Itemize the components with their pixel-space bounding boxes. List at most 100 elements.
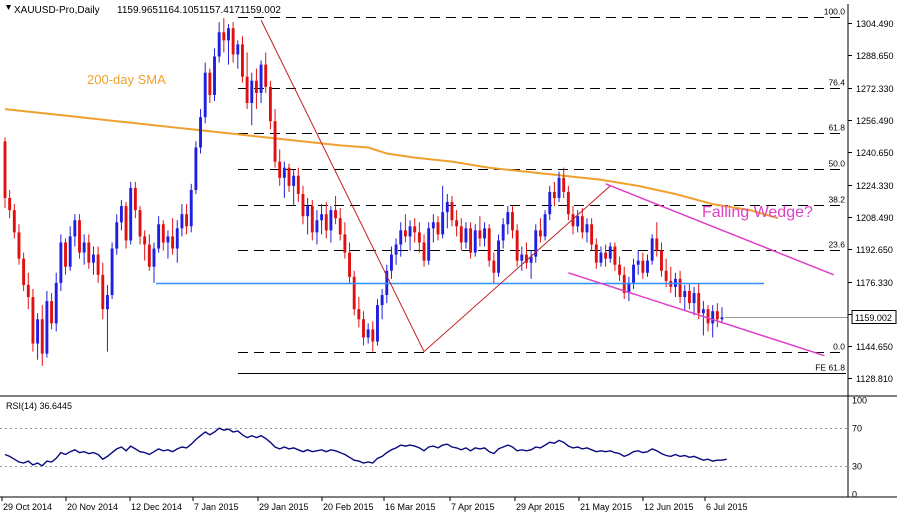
candle-body <box>715 311 719 320</box>
candle-body <box>483 228 486 239</box>
time-tick-label: 12 Dec 2014 <box>131 502 182 512</box>
candle-body <box>459 226 463 243</box>
candle-body <box>371 329 375 342</box>
candle-body <box>445 202 449 213</box>
candle-body <box>585 224 589 233</box>
candle-body <box>422 242 426 261</box>
candle-body <box>203 72 207 118</box>
candle-body <box>171 236 175 249</box>
candle-body <box>655 238 659 251</box>
time-tick-label: 12 Jun 2015 <box>644 502 694 512</box>
price-tick-label: 1240.650 <box>856 148 894 158</box>
candle-body <box>566 191 570 215</box>
price-tick-label: 1144.650 <box>856 342 893 352</box>
candle-body <box>36 319 40 344</box>
candle-body <box>464 228 468 243</box>
candle-body <box>436 222 440 235</box>
candle-body <box>478 230 482 239</box>
candle-body <box>189 189 193 227</box>
candle-body <box>501 224 505 241</box>
candle-body <box>31 297 35 344</box>
fib-label: 50.0 <box>828 159 845 169</box>
candle-body <box>646 260 649 273</box>
rsi-tick-label: 70 <box>852 424 862 434</box>
candle-body <box>697 293 701 314</box>
candle-body <box>73 220 77 237</box>
candle-body <box>632 264 635 283</box>
candle-body <box>138 210 142 237</box>
candle-body <box>236 44 240 55</box>
candle-body <box>352 276 356 310</box>
candle-body <box>147 244 151 267</box>
time-tick-label: 20 Nov 2014 <box>67 502 118 512</box>
candle-body <box>543 214 547 237</box>
price-tick-label: 1272.330 <box>856 84 894 94</box>
candle-body <box>301 193 305 217</box>
candle-body <box>119 206 123 223</box>
candle-body <box>92 254 95 263</box>
candle-body <box>687 290 691 304</box>
sma-label: 200-day SMA <box>87 72 166 87</box>
fib-label: 0.0 <box>833 342 845 352</box>
candle-body <box>576 216 580 227</box>
candle-body <box>222 32 226 41</box>
chart-window[interactable]: 100.0 76.4 61.8 50.0 38.2 23.6 0.0 FE 61.8 1304… <box>0 0 897 515</box>
candle-body <box>562 177 566 192</box>
candle-body <box>515 230 519 261</box>
fib-label: 76.4 <box>828 78 845 88</box>
candle-body <box>185 214 189 227</box>
price-tick-label: 1256.490 <box>856 116 894 126</box>
candle-body <box>604 252 608 259</box>
candle-body <box>315 220 319 233</box>
candle-body <box>45 301 49 354</box>
candle-body <box>552 191 556 198</box>
candle-body <box>520 254 524 261</box>
time-tick-label: 29 Jan 2015 <box>259 502 309 512</box>
candle-body <box>296 175 300 194</box>
fib-label: 38.2 <box>828 195 845 205</box>
candle-body <box>664 270 668 281</box>
candle-body <box>82 242 86 253</box>
candle-body <box>101 274 105 310</box>
time-tick-label: 21 May 2015 <box>580 502 632 512</box>
candle-body <box>487 228 491 261</box>
price-tick-label: 1288.650 <box>856 51 894 61</box>
candle-body <box>636 260 640 265</box>
candle-body <box>348 252 351 277</box>
candle-body <box>366 329 370 338</box>
candle-body <box>8 198 12 211</box>
candle-body <box>105 295 109 310</box>
candle-body <box>268 86 272 122</box>
candle-body <box>59 242 63 283</box>
candle-body <box>343 234 347 253</box>
candle-body <box>115 222 119 249</box>
fib-label: 61.8 <box>828 123 845 133</box>
candle-body <box>538 230 542 237</box>
candle-body <box>110 248 114 296</box>
candle-body <box>608 246 612 259</box>
candle-body <box>590 224 594 245</box>
candle-body <box>441 212 445 235</box>
candle-body <box>329 210 333 231</box>
candle-body <box>594 244 598 263</box>
candle-body <box>394 244 398 255</box>
candle-body <box>180 214 184 229</box>
candle-body <box>650 238 654 261</box>
chart-header: XAUUSD-Pro,Daily 1159.965 1164.105 1157.… <box>6 5 281 16</box>
chart-canvas[interactable]: 100.0 76.4 61.8 50.0 38.2 23.6 0.0 FE 61.8 1304… <box>0 0 897 515</box>
candle-body <box>380 295 384 306</box>
current-price-label: 1159.002 <box>855 313 892 323</box>
candle-body <box>199 117 202 148</box>
candle-body <box>548 191 552 215</box>
price-tick-label: 1224.330 <box>856 181 894 191</box>
open-value: 1159.965 <box>117 5 158 16</box>
fib-label: FE 61.8 <box>815 363 845 373</box>
candle-body <box>701 309 705 314</box>
candle-body <box>580 216 584 233</box>
high-value: 1164.105 <box>158 5 199 16</box>
candle-body <box>455 220 459 227</box>
candle-body <box>613 246 617 265</box>
candle-body <box>706 309 710 324</box>
candle-body <box>362 319 365 338</box>
time-tick-label: 20 Feb 2015 <box>323 502 374 512</box>
